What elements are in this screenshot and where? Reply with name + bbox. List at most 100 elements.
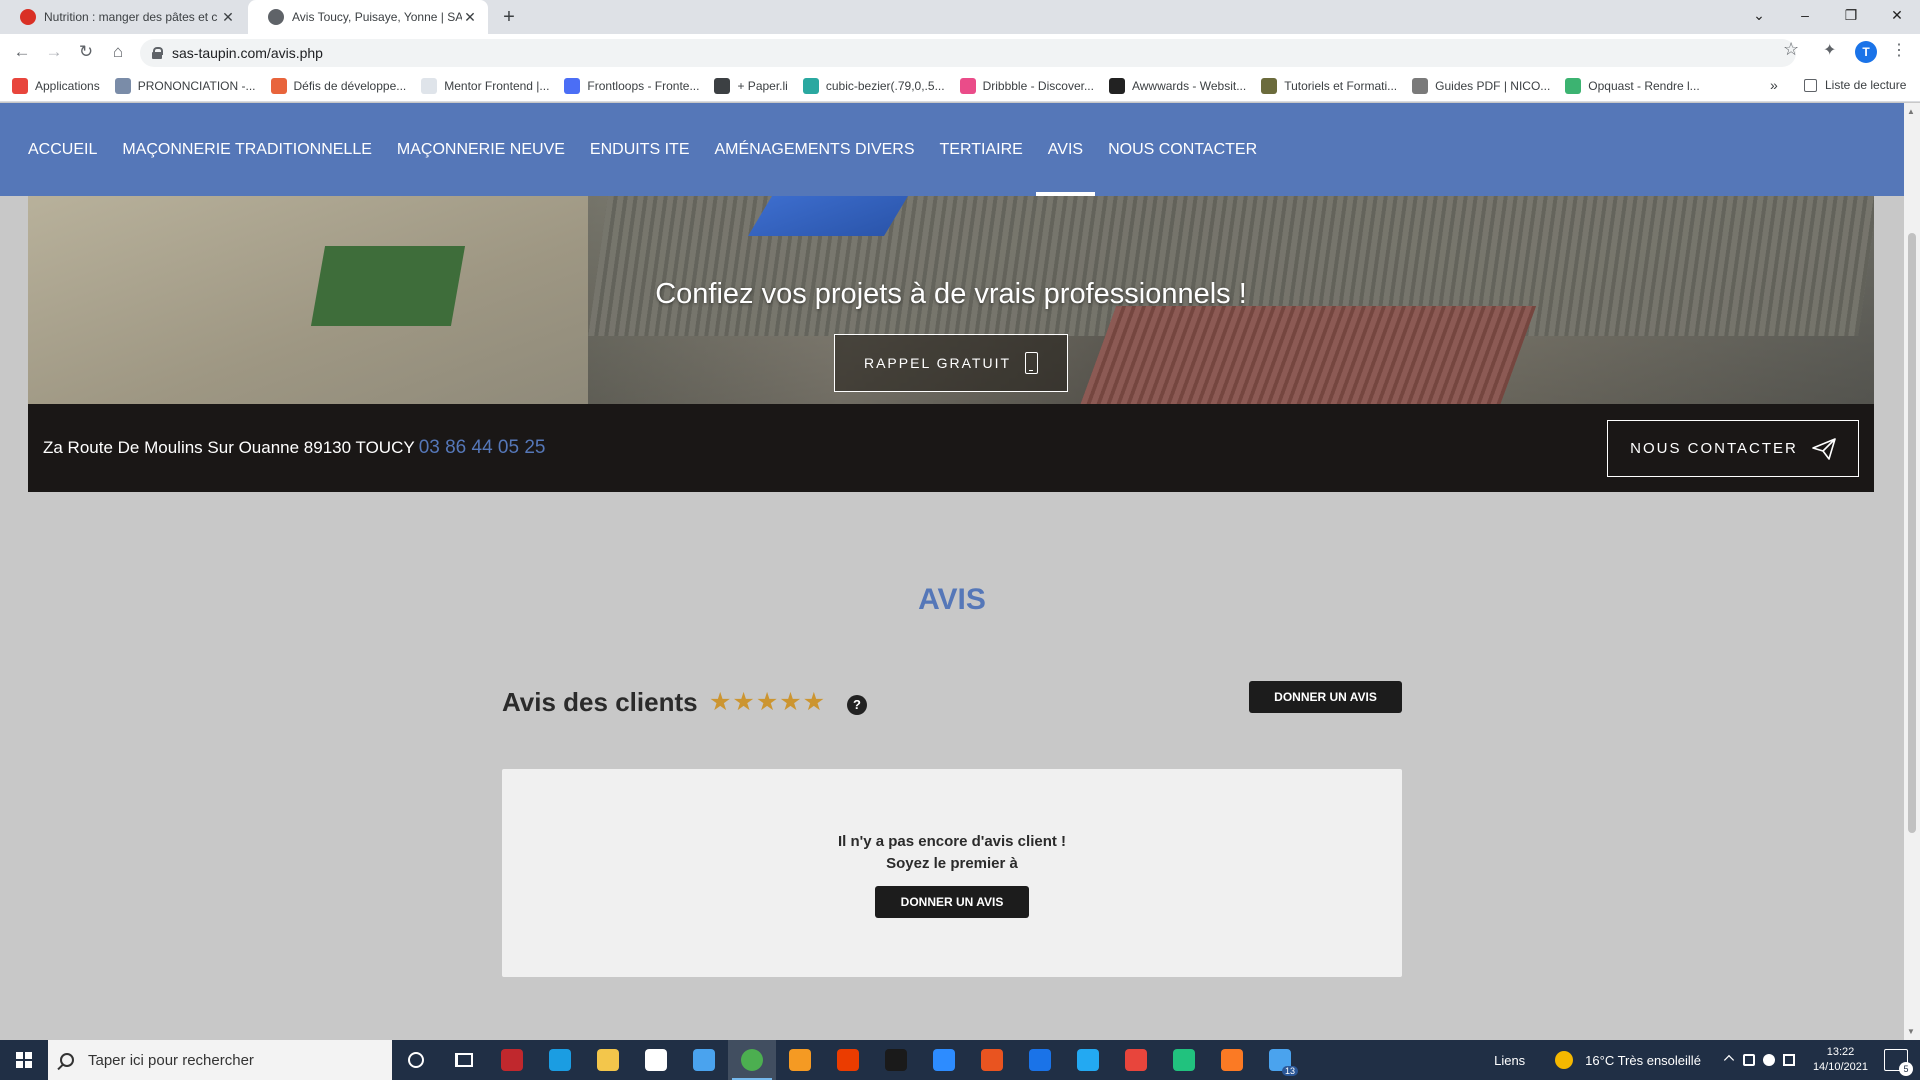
terminal-app-icon[interactable]	[872, 1040, 920, 1080]
tray-icons	[1719, 1054, 1799, 1066]
bookmark-item[interactable]: Défis de développe...	[270, 77, 406, 94]
bookmark-item[interactable]: Frontloops - Fronte...	[564, 77, 699, 94]
bookmark-favicon-icon	[564, 77, 581, 94]
bookmark-item[interactable]: Opquast - Rendre l...	[1565, 77, 1700, 94]
taskbar-search[interactable]: Taper ici pour rechercher	[48, 1040, 392, 1080]
free-callback-button[interactable]: RAPPEL GRATUIT	[834, 334, 1068, 392]
address-bar[interactable]: sas-taupin.com/avis.php	[140, 39, 1796, 67]
nav-item-maçonnerie-traditionnelle[interactable]: MAÇONNERIE TRADITIONNELLE	[122, 103, 372, 196]
start-button[interactable]	[0, 1040, 48, 1080]
tab-close-icon[interactable]: ✕	[220, 9, 236, 26]
battery-icon[interactable]	[1782, 1054, 1795, 1066]
bookmark-favicon-icon	[421, 77, 438, 94]
tab-title: Avis Toucy, Puisaye, Yonne | SAS	[292, 10, 462, 24]
chrome-icon[interactable]	[728, 1040, 776, 1080]
bookmark-favicon-icon	[1565, 77, 1582, 94]
bookmark-item[interactable]: cubic-bezier(.79,0,.5...	[802, 77, 945, 94]
clock-date: 14/10/2021	[1812, 1061, 1868, 1073]
site-logo[interactable]	[748, 196, 908, 236]
bookmark-label: Applications	[35, 78, 100, 93]
tab-avis[interactable]: Avis Toucy, Puisaye, Yonne | SAS ✕	[248, 0, 488, 34]
bookmark-favicon-icon	[12, 77, 28, 94]
chevron-up-icon[interactable]	[1723, 1054, 1735, 1066]
tab-close-icon[interactable]: ✕	[462, 9, 478, 26]
minimize-icon[interactable]: –	[1782, 0, 1828, 30]
nav-item-accueil[interactable]: ACCUEIL	[28, 103, 97, 196]
help-icon[interactable]: ?	[847, 695, 867, 715]
reading-list-button[interactable]: Liste de lecture	[1804, 78, 1906, 92]
multi-window-icon[interactable]: 13	[1256, 1040, 1304, 1080]
nav-item-enduits-ite[interactable]: ENDUITS ITE	[590, 103, 690, 196]
dev-app-icon[interactable]	[1160, 1040, 1208, 1080]
nav-item-nous-contacter[interactable]: NOUS CONTACTER	[1108, 103, 1257, 196]
bookmark-item[interactable]: Guides PDF | NICO...	[1412, 77, 1550, 94]
restore-icon[interactable]: ❐	[1828, 0, 1874, 30]
callback-label: RAPPEL GRATUIT	[863, 355, 1012, 371]
give-review-button-secondary[interactable]: DONNER UN AVIS	[875, 886, 1029, 918]
nav-item-tertiaire[interactable]: TERTIAIRE	[940, 103, 1023, 196]
links-toolbar[interactable]: Liens	[1494, 1053, 1525, 1068]
new-tab-button[interactable]: +	[496, 5, 522, 31]
edge-icon[interactable]	[536, 1040, 584, 1080]
bookmark-favicon-icon	[270, 77, 287, 94]
phone-link[interactable]: 03 86 44 05 25	[419, 437, 546, 459]
scroll-up-icon[interactable]: ▲	[1907, 107, 1915, 116]
bookmark-item[interactable]: Tutoriels et Formati...	[1261, 77, 1397, 94]
bookmarks-overflow-icon[interactable]: »	[1770, 77, 1778, 93]
onedrive-icon[interactable]	[1762, 1054, 1775, 1066]
bookmark-item[interactable]: Dribbble - Discover...	[959, 77, 1094, 94]
browser-menu-icon[interactable]: ⋮	[1891, 40, 1907, 60]
sublime-icon[interactable]	[776, 1040, 824, 1080]
bookmark-item[interactable]: Mentor Frontend |...	[421, 77, 549, 94]
extensions-icon[interactable]: ✦	[1823, 40, 1836, 60]
tab-favicon-icon	[268, 9, 284, 25]
weather-text[interactable]: 16°C Très ensoleillé	[1585, 1053, 1701, 1068]
bookmarks-bar: Applications PRONONCIATION -... Défis de d…	[0, 70, 1920, 102]
tab-title: Nutrition : manger des pâtes et c	[44, 10, 218, 24]
redis-app-icon[interactable]	[488, 1040, 536, 1080]
hero-headline: Confiez vos projets à de vrais professio…	[655, 278, 1247, 310]
nav-item-avis[interactable]: AVIS	[1035, 103, 1096, 196]
clock[interactable]: 13:22 14/10/2021	[1813, 1045, 1868, 1075]
home-icon[interactable]: ⌂	[106, 40, 130, 64]
back-icon[interactable]: ←	[10, 40, 34, 64]
profile-avatar[interactable]: T	[1855, 41, 1877, 63]
tab-search-icon[interactable]: ⌄	[1736, 0, 1782, 30]
page-scrollbar[interactable]: ▲ ▼	[1904, 103, 1920, 1040]
task-view-icon[interactable]	[440, 1040, 488, 1080]
bookmark-item[interactable]: PRONONCIATION -...	[114, 77, 256, 94]
contact-info-bar: Za Route De Moulins Sur Ouanne 89130 TOU…	[28, 404, 1874, 492]
bookmark-star-icon[interactable]: ☆	[1783, 39, 1799, 60]
tab-nutrition[interactable]: Nutrition : manger des pâtes et c ✕	[0, 0, 246, 34]
contact-button[interactable]: NOUS CONTACTER	[1607, 420, 1859, 477]
nav-item-aménagements-divers[interactable]: AMÉNAGEMENTS DIVERS	[714, 103, 914, 196]
notification-center-icon[interactable]: 5	[1884, 1049, 1913, 1076]
scroll-down-icon[interactable]: ▼	[1907, 1027, 1915, 1036]
scrollbar-thumb[interactable]	[1908, 233, 1916, 833]
mail-icon[interactable]	[680, 1040, 728, 1080]
maps-icon[interactable]	[1016, 1040, 1064, 1080]
vscode-icon-glyph	[1077, 1049, 1099, 1071]
ubuntu-icon[interactable]	[968, 1040, 1016, 1080]
network-icon[interactable]	[1742, 1054, 1755, 1066]
close-window-icon[interactable]: ✕	[1874, 0, 1920, 30]
office-icon[interactable]	[824, 1040, 872, 1080]
forward-icon[interactable]: →	[42, 40, 66, 64]
file-explorer-icon[interactable]	[584, 1040, 632, 1080]
give-review-button[interactable]: DONNER UN AVIS	[1249, 681, 1402, 713]
search-icon	[60, 1053, 74, 1067]
xampp-icon-glyph	[1221, 1049, 1243, 1071]
git-icon[interactable]	[1112, 1040, 1160, 1080]
bookmark-item[interactable]: Awwwards - Websit...	[1108, 77, 1246, 94]
store-icon[interactable]	[632, 1040, 680, 1080]
zoom-icon[interactable]	[920, 1040, 968, 1080]
vscode-icon[interactable]	[1064, 1040, 1112, 1080]
reload-icon[interactable]: ↻	[74, 40, 98, 64]
git-icon-glyph	[1125, 1049, 1147, 1071]
xampp-icon[interactable]	[1208, 1040, 1256, 1080]
bookmark-item[interactable]: + Paper.li	[714, 77, 788, 94]
bookmark-item[interactable]: Applications	[12, 77, 100, 94]
nav-item-maçonnerie-neuve[interactable]: MAÇONNERIE NEUVE	[397, 103, 565, 196]
taskbar-search-placeholder: Taper ici pour rechercher	[88, 1051, 254, 1069]
cortana-icon[interactable]	[392, 1040, 440, 1080]
